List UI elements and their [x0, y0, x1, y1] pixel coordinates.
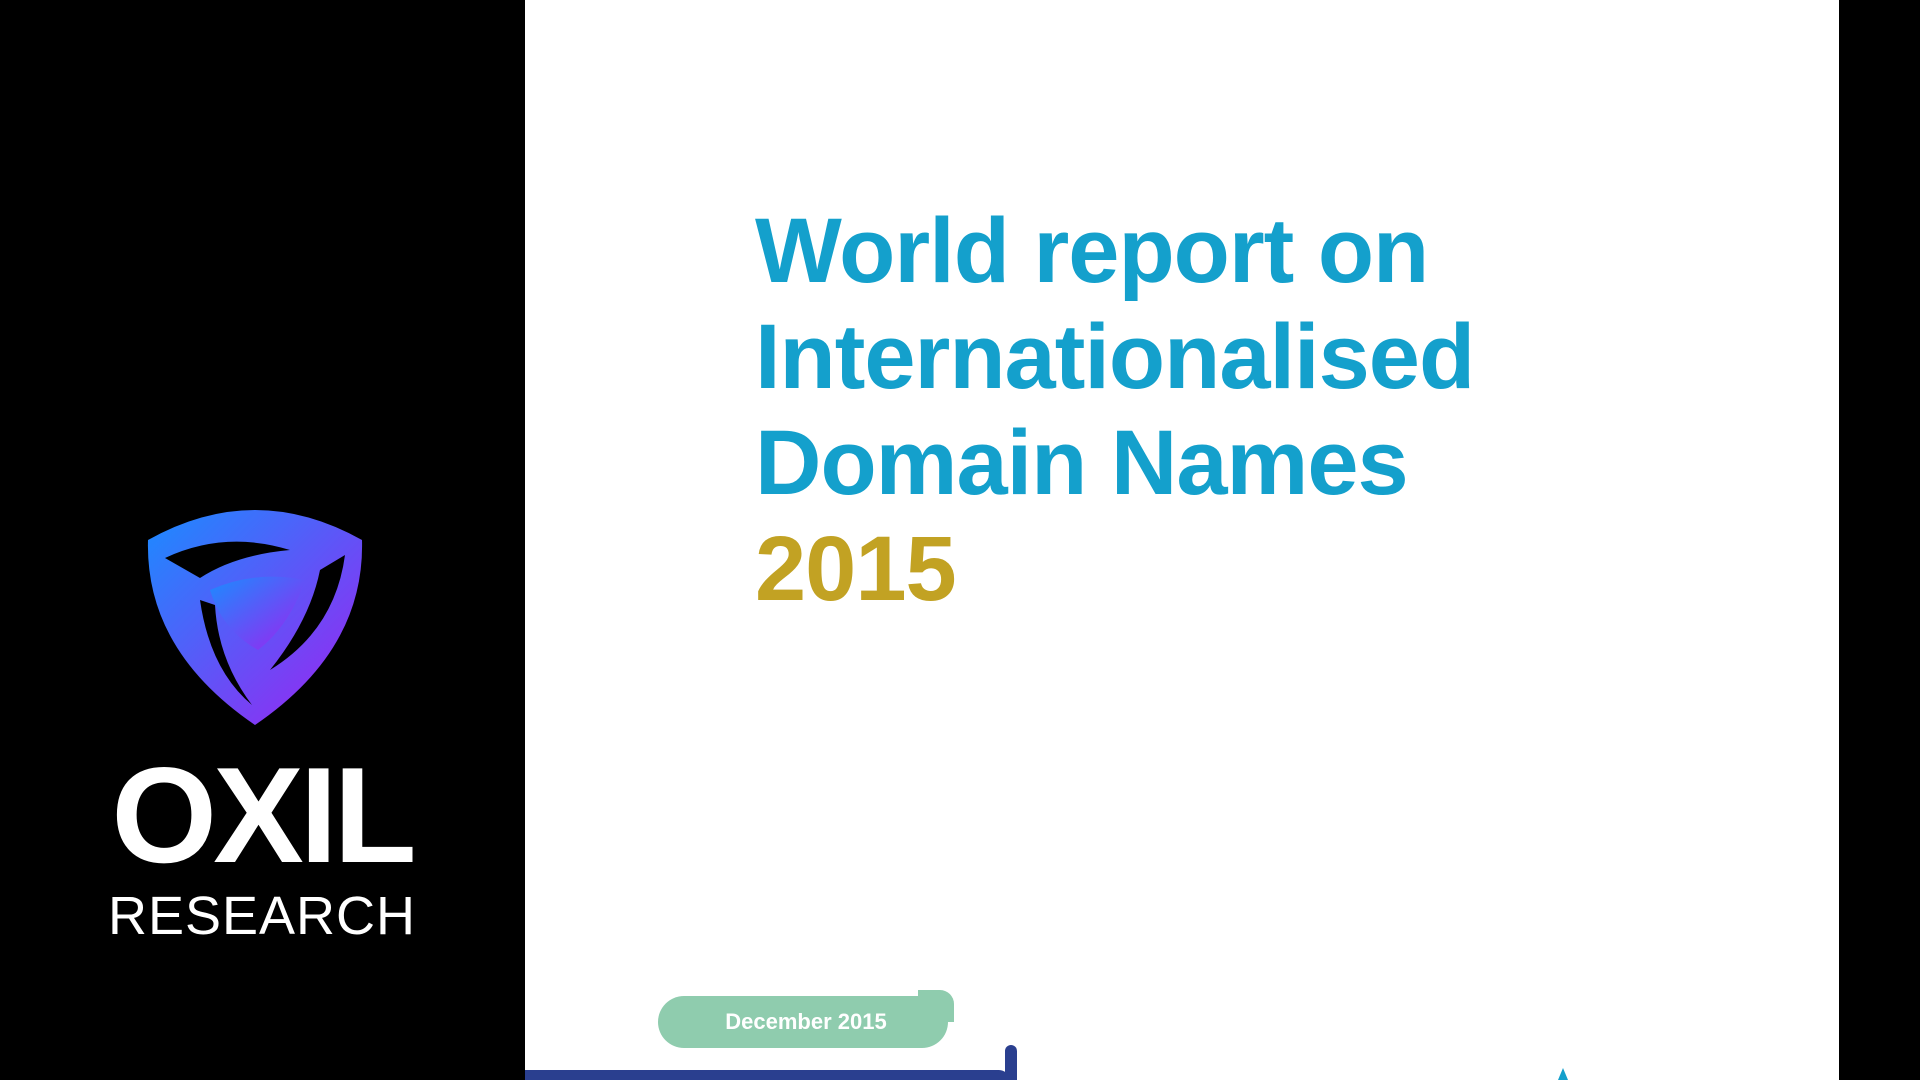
- right-letterbox-bar: [1839, 0, 1920, 1080]
- bottom-band: [525, 1070, 1009, 1080]
- title-line-1: World report on: [755, 200, 1429, 302]
- title-year: 2015: [755, 518, 957, 620]
- brand-subtitle: RESEARCH: [107, 886, 417, 946]
- date-pill: December 2015: [658, 996, 948, 1048]
- brand-panel: OXIL RESEARCH: [0, 0, 525, 1080]
- brand-name: OXIL: [111, 739, 416, 891]
- document-cover-page: World report on Internationalised Domain…: [525, 0, 1839, 1080]
- teal-accent: [1558, 1068, 1568, 1080]
- title-line-3: Domain Names: [755, 412, 1409, 514]
- video-frame: OXIL RESEARCH World report on Internatio…: [0, 0, 1920, 1080]
- document-title: World report on Internationalised Domain…: [755, 198, 1475, 622]
- shield-logo-icon: [147, 510, 363, 725]
- title-line-2: Internationalised: [755, 306, 1475, 408]
- corner-accent: [1005, 1045, 1017, 1080]
